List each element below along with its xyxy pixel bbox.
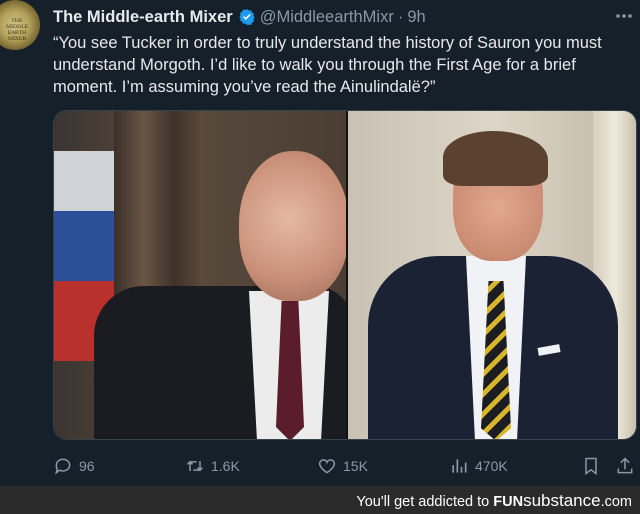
watermark-footer: You'll get addicted to FUNsubstance.com bbox=[0, 486, 640, 514]
timestamp[interactable]: 9h bbox=[407, 8, 425, 27]
tweet-header: The Middle-earth Mixer @MiddleearthMixr … bbox=[53, 6, 426, 28]
views-button[interactable]: 470K bbox=[449, 454, 508, 478]
reply-count: 96 bbox=[79, 458, 95, 474]
retweet-count: 1.6K bbox=[211, 458, 240, 474]
verified-badge-icon[interactable] bbox=[238, 8, 256, 26]
watermark-brand-rest: substance bbox=[523, 491, 601, 510]
avatar-seal-image: THE MIDDLE EARTH MIXER bbox=[0, 0, 40, 50]
avatar[interactable]: THE MIDDLE EARTH MIXER bbox=[0, 0, 40, 50]
views-icon bbox=[452, 459, 467, 473]
views-count: 470K bbox=[475, 458, 508, 474]
reply-button[interactable]: 96 bbox=[53, 454, 95, 478]
tweet-actions: 96 1.6K 15K 470K bbox=[53, 454, 637, 478]
like-button[interactable]: 15K bbox=[317, 454, 368, 478]
like-count: 15K bbox=[343, 458, 368, 474]
right-person-hair bbox=[443, 131, 548, 186]
share-icon bbox=[617, 457, 633, 474]
media-left-panel-image bbox=[54, 111, 346, 439]
watermark-text: You'll get addicted to FUNsubstance.com bbox=[356, 491, 632, 511]
more-icon[interactable] bbox=[614, 8, 634, 24]
bookmark-icon bbox=[585, 457, 597, 475]
avatar-seal-text: THE MIDDLE EARTH MIXER bbox=[5, 18, 29, 42]
like-icon bbox=[318, 459, 336, 474]
media-right-panel-image bbox=[348, 111, 636, 439]
left-person-head bbox=[239, 151, 346, 301]
display-name[interactable]: The Middle-earth Mixer bbox=[53, 8, 233, 27]
handle[interactable]: @MiddleearthMixr bbox=[260, 8, 394, 27]
reply-icon bbox=[55, 458, 71, 475]
bookmark-button[interactable] bbox=[581, 454, 601, 478]
watermark-prefix: You'll get addicted to bbox=[356, 494, 494, 510]
tweet-text: “You see Tucker in order to truly unders… bbox=[53, 34, 602, 96]
retweet-icon bbox=[186, 460, 204, 472]
share-button[interactable] bbox=[615, 454, 635, 478]
retweet-button[interactable]: 1.6K bbox=[185, 454, 240, 478]
watermark-brand-bold: FUN bbox=[493, 494, 524, 510]
tweet-media[interactable] bbox=[53, 110, 637, 440]
separator-dot: · bbox=[397, 7, 404, 26]
tweet[interactable]: THE MIDDLE EARTH MIXER The Middle-earth … bbox=[0, 0, 640, 484]
watermark-suffix: .com bbox=[600, 494, 632, 510]
